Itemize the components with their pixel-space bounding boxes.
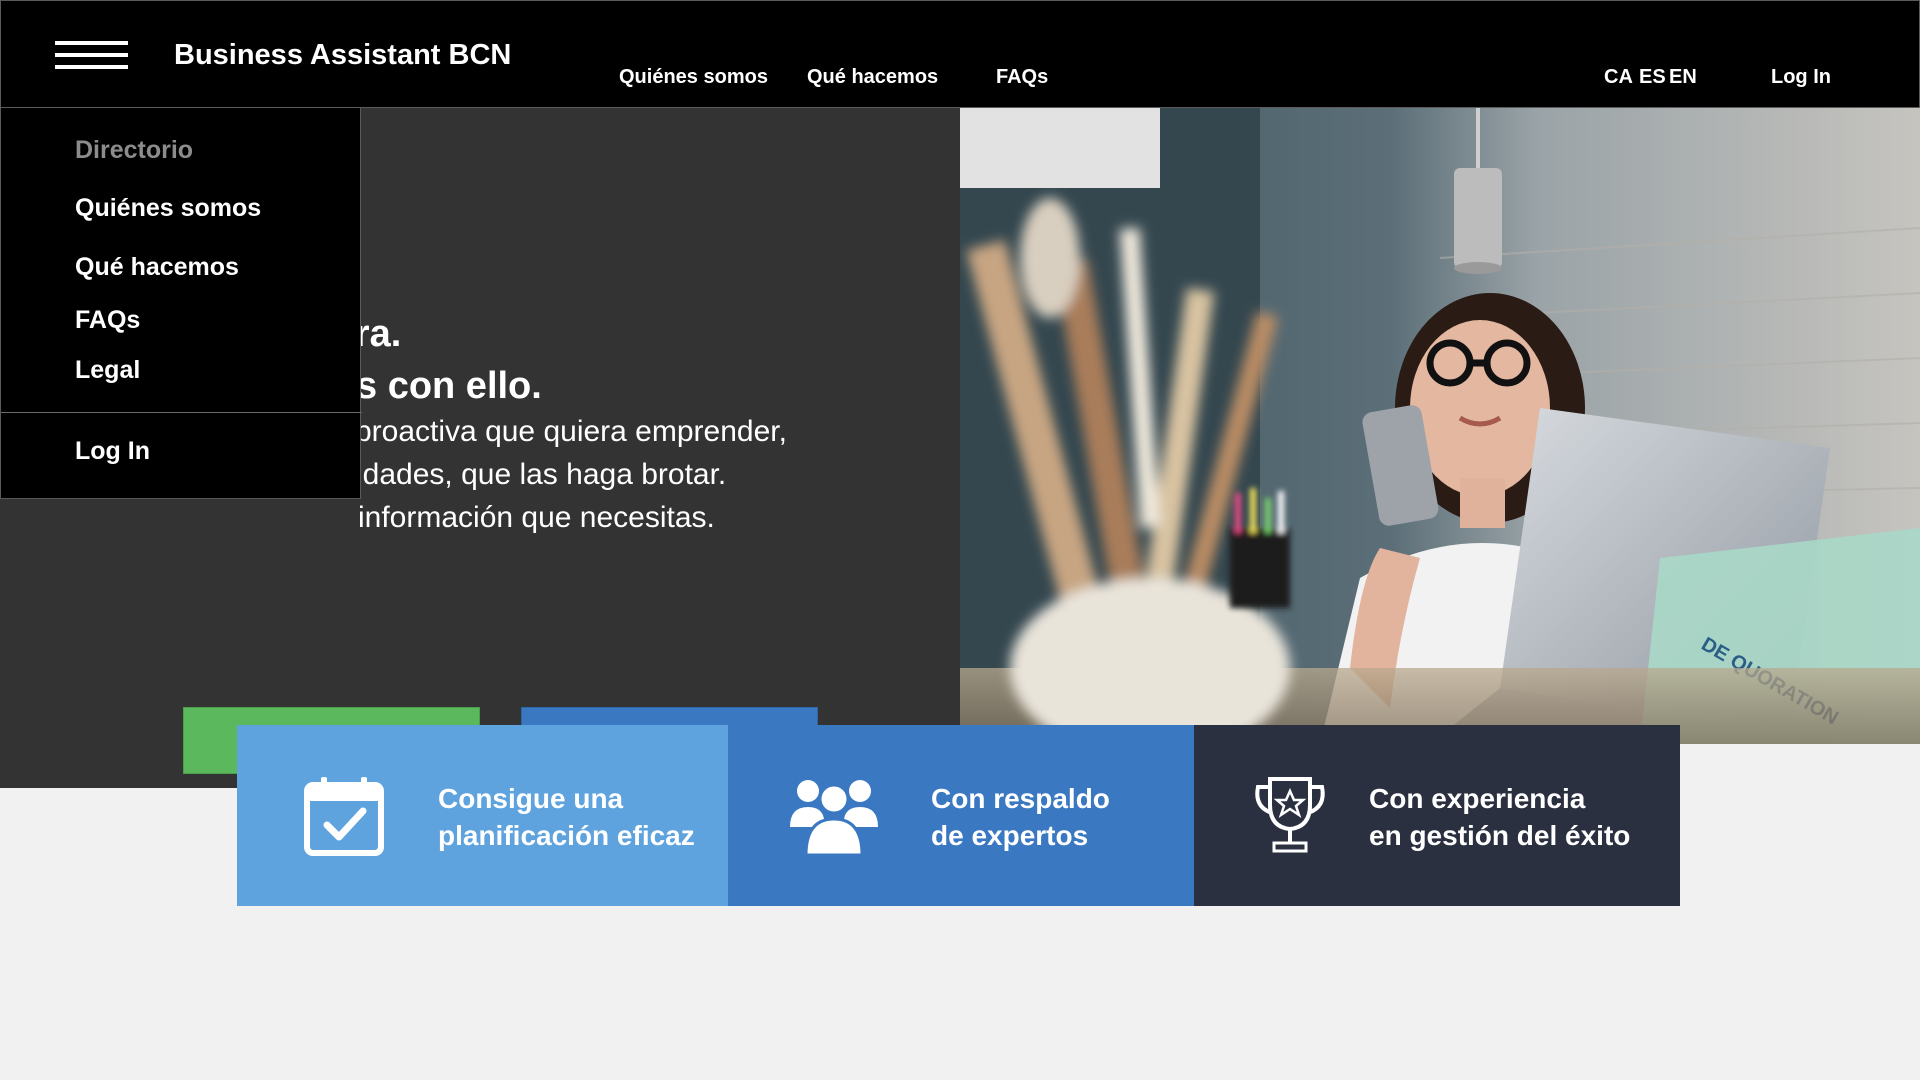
language-ca[interactable]: CA bbox=[1604, 66, 1633, 89]
directory-dropdown-menu: Directorio Quiénes somos Qué hacemos FAQ… bbox=[0, 108, 362, 499]
trophy-icon bbox=[1250, 775, 1330, 862]
nav-link-faqs[interactable]: FAQs bbox=[996, 66, 1048, 89]
top-navbar: Business Assistant BCN Quiénes somos Qué… bbox=[0, 0, 1920, 108]
dropdown-item-que-hacemos[interactable]: Qué hacemos bbox=[75, 253, 239, 282]
feature-planificacion-text: Consigue una planificación eficaz bbox=[438, 780, 695, 854]
calendar-check-icon bbox=[303, 775, 385, 862]
feature-exito-text: Con experiencia en gestión del éxito bbox=[1369, 780, 1630, 854]
feature-3-line-2: en gestión del éxito bbox=[1369, 820, 1631, 851]
group-people-icon bbox=[788, 775, 880, 862]
nav-link-quienes-somos[interactable]: Quiénes somos bbox=[619, 66, 768, 89]
feature-1-line-1: Consigue una bbox=[438, 783, 624, 814]
brand-title[interactable]: Business Assistant BCN bbox=[174, 39, 511, 72]
dropdown-login-link[interactable]: Log In bbox=[75, 437, 150, 466]
language-en[interactable]: EN bbox=[1669, 66, 1697, 89]
hero-photo: DE QUORATION bbox=[960, 108, 1920, 744]
feature-2-line-1: Con respaldo bbox=[931, 783, 1110, 814]
woman-with-phone-illustration: DE QUORATION bbox=[960, 108, 1920, 744]
feature-2-line-2: de expertos bbox=[931, 820, 1089, 851]
dropdown-item-legal[interactable]: Legal bbox=[75, 356, 140, 385]
hamburger-menu-icon[interactable] bbox=[55, 41, 128, 71]
feature-1-line-2: planificación eficaz bbox=[438, 820, 695, 851]
dropdown-item-quienes-somos[interactable]: Quiénes somos bbox=[75, 194, 261, 223]
dropdown-item-faqs[interactable]: FAQs bbox=[75, 306, 140, 335]
feature-planificacion: Consigue una planificación eficaz bbox=[237, 725, 728, 906]
nav-login-link[interactable]: Log In bbox=[1771, 66, 1831, 89]
feature-exito: Con experiencia en gestión del éxito bbox=[1194, 725, 1680, 906]
feature-expertos: Con respaldo de expertos bbox=[728, 725, 1194, 906]
feature-3-line-1: Con experiencia bbox=[1369, 783, 1586, 814]
dropdown-divider bbox=[1, 412, 362, 413]
nav-link-que-hacemos[interactable]: Qué hacemos bbox=[807, 66, 938, 89]
feature-bar: Consigue una planificación eficaz Con re… bbox=[237, 725, 1680, 906]
hero-text-line-3: información que necesitas. bbox=[358, 501, 715, 534]
feature-expertos-text: Con respaldo de expertos bbox=[931, 780, 1110, 854]
dropdown-heading: Directorio bbox=[75, 136, 194, 164]
language-es[interactable]: ES bbox=[1639, 66, 1666, 89]
